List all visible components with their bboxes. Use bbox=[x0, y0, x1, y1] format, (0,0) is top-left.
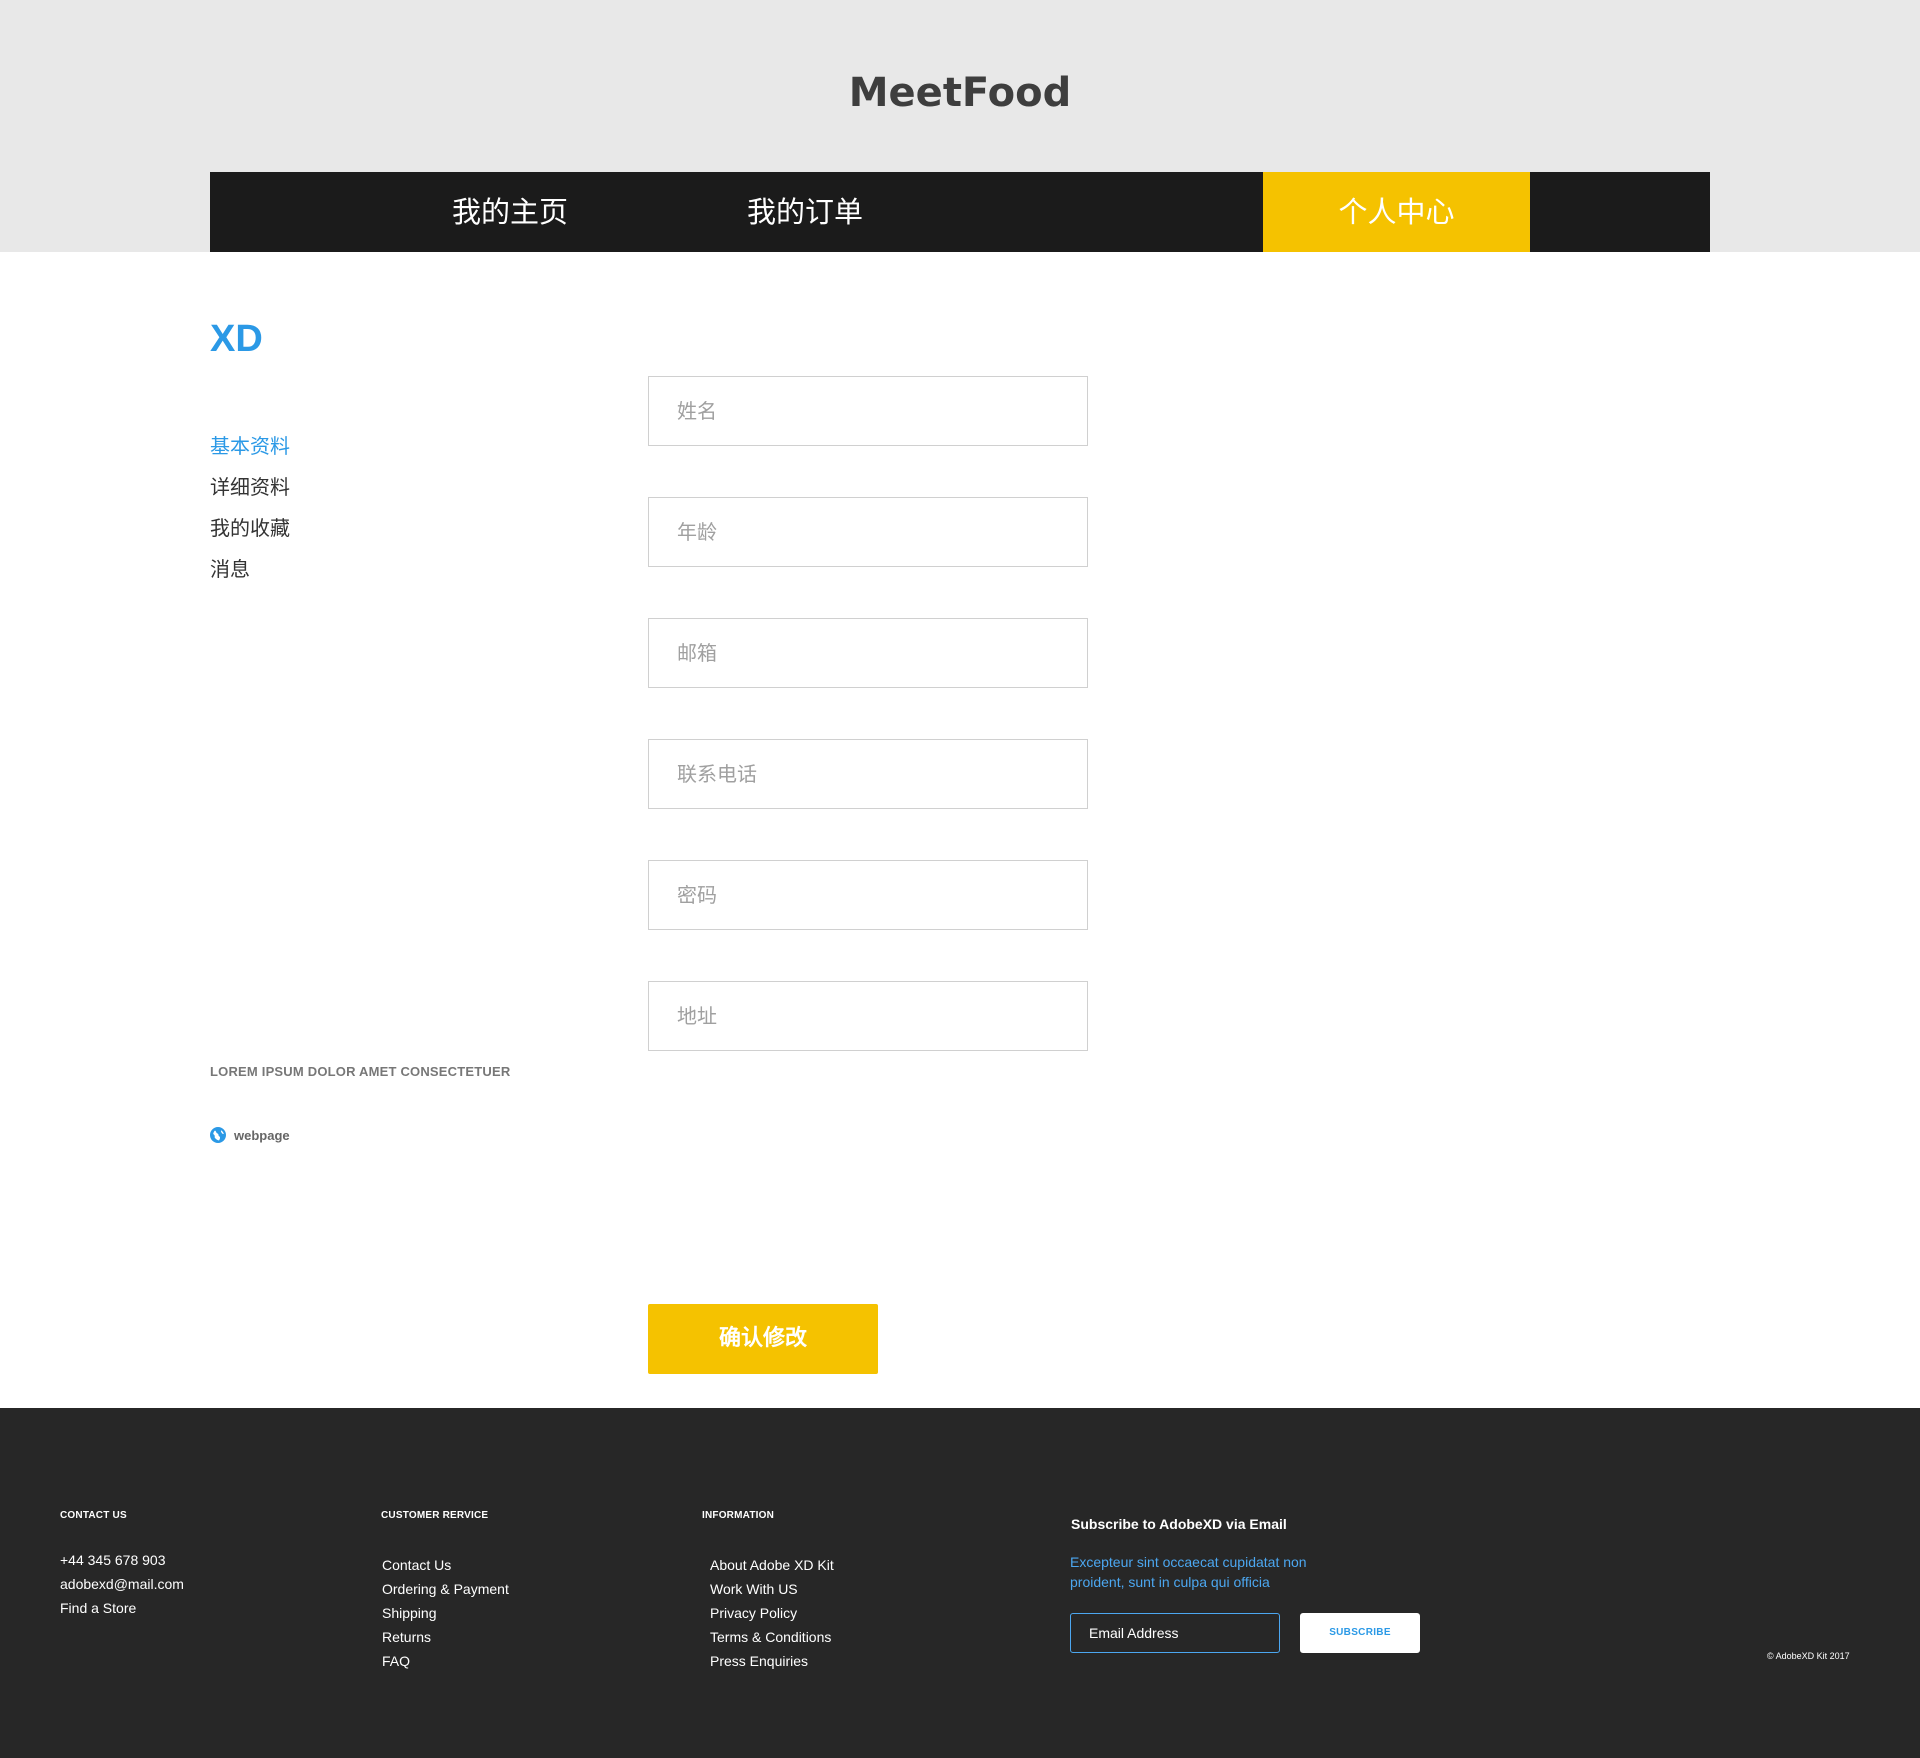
email-field[interactable] bbox=[648, 618, 1088, 688]
subscribe-email-field[interactable] bbox=[1070, 1613, 1280, 1653]
site-footer: CONTACT US +44 345 678 903 adobexd@mail.… bbox=[0, 1408, 1920, 1758]
footer-info-list: About Adobe XD Kit Work With US Privacy … bbox=[710, 1553, 834, 1673]
nav-item-orders[interactable]: 我的订单 bbox=[705, 172, 905, 252]
side-item-basic-info[interactable]: 基本资料 bbox=[210, 426, 290, 467]
side-item-detail-info[interactable]: 详细资料 bbox=[210, 467, 290, 508]
subscribe-description: Excepteur sint occaecat cupidatat non pr… bbox=[1070, 1554, 1307, 1590]
footer-link-returns[interactable]: Returns bbox=[382, 1625, 509, 1649]
footer-link-shipping[interactable]: Shipping bbox=[382, 1601, 509, 1625]
footer-link-about[interactable]: About Adobe XD Kit bbox=[710, 1553, 834, 1577]
footer-link-work-with-us[interactable]: Work With US bbox=[710, 1577, 834, 1601]
subscribe-button[interactable]: SUBSCRIBE bbox=[1300, 1613, 1420, 1653]
footer-link-terms[interactable]: Terms & Conditions bbox=[710, 1625, 834, 1649]
email-input[interactable] bbox=[649, 619, 1087, 687]
nav-item-home[interactable]: 我的主页 bbox=[410, 172, 610, 252]
webpage-link[interactable]: webpage bbox=[210, 1127, 290, 1143]
subscribe-title: Subscribe to AdobeXD via Email bbox=[1071, 1516, 1287, 1532]
site-logo[interactable]: MeetFood bbox=[0, 70, 1920, 116]
footer-contact-store[interactable]: Find a Store bbox=[60, 1596, 184, 1620]
footer-contact-list: +44 345 678 903 adobexd@mail.com Find a … bbox=[60, 1548, 184, 1620]
footer-service-heading: CUSTOMER RERVICE bbox=[381, 1510, 489, 1521]
footer-info-heading: INFORMATION bbox=[702, 1510, 775, 1521]
nav-item-profile[interactable]: 个人中心 bbox=[1263, 172, 1530, 252]
password-input[interactable] bbox=[649, 861, 1087, 929]
main-nav: 我的主页 我的订单 个人中心 bbox=[210, 172, 1710, 252]
footer-link-ordering-payment[interactable]: Ordering & Payment bbox=[382, 1577, 509, 1601]
profile-side-menu: 基本资料 详细资料 我的收藏 消息 bbox=[210, 426, 290, 590]
footer-contact-email[interactable]: adobexd@mail.com bbox=[60, 1572, 184, 1596]
side-item-favorites[interactable]: 我的收藏 bbox=[210, 508, 290, 549]
footer-contact-heading: CONTACT US bbox=[60, 1510, 127, 1521]
footer-link-press[interactable]: Press Enquiries bbox=[710, 1649, 834, 1673]
phone-field[interactable] bbox=[648, 739, 1088, 809]
footer-contact-phone[interactable]: +44 345 678 903 bbox=[60, 1548, 184, 1572]
side-item-messages[interactable]: 消息 bbox=[210, 549, 290, 590]
phone-input[interactable] bbox=[649, 740, 1087, 808]
name-field[interactable] bbox=[648, 376, 1088, 446]
globe-icon bbox=[210, 1127, 226, 1143]
webpage-label: webpage bbox=[234, 1127, 290, 1143]
age-input[interactable] bbox=[649, 498, 1087, 566]
address-input[interactable] bbox=[649, 982, 1087, 1050]
footer-link-privacy[interactable]: Privacy Policy bbox=[710, 1601, 834, 1625]
confirm-changes-button[interactable]: 确认修改 bbox=[648, 1304, 878, 1374]
footer-link-faq[interactable]: FAQ bbox=[382, 1649, 509, 1673]
footer-link-contact-us[interactable]: Contact Us bbox=[382, 1553, 509, 1577]
footer-service-list: Contact Us Ordering & Payment Shipping R… bbox=[382, 1553, 509, 1673]
password-field[interactable] bbox=[648, 860, 1088, 930]
age-field[interactable] bbox=[648, 497, 1088, 567]
subscribe-email-input[interactable] bbox=[1071, 1614, 1279, 1652]
name-input[interactable] bbox=[649, 377, 1087, 445]
site-header: MeetFood 我的主页 我的订单 个人中心 bbox=[0, 0, 1920, 252]
address-field[interactable] bbox=[648, 981, 1088, 1051]
copyright-text: © AdobeXD Kit 2017 bbox=[1767, 1651, 1850, 1661]
profile-tagline: LOREM IPSUM DOLOR AMET CONSECTETUER bbox=[210, 1064, 511, 1079]
profile-name: XD bbox=[210, 318, 263, 360]
